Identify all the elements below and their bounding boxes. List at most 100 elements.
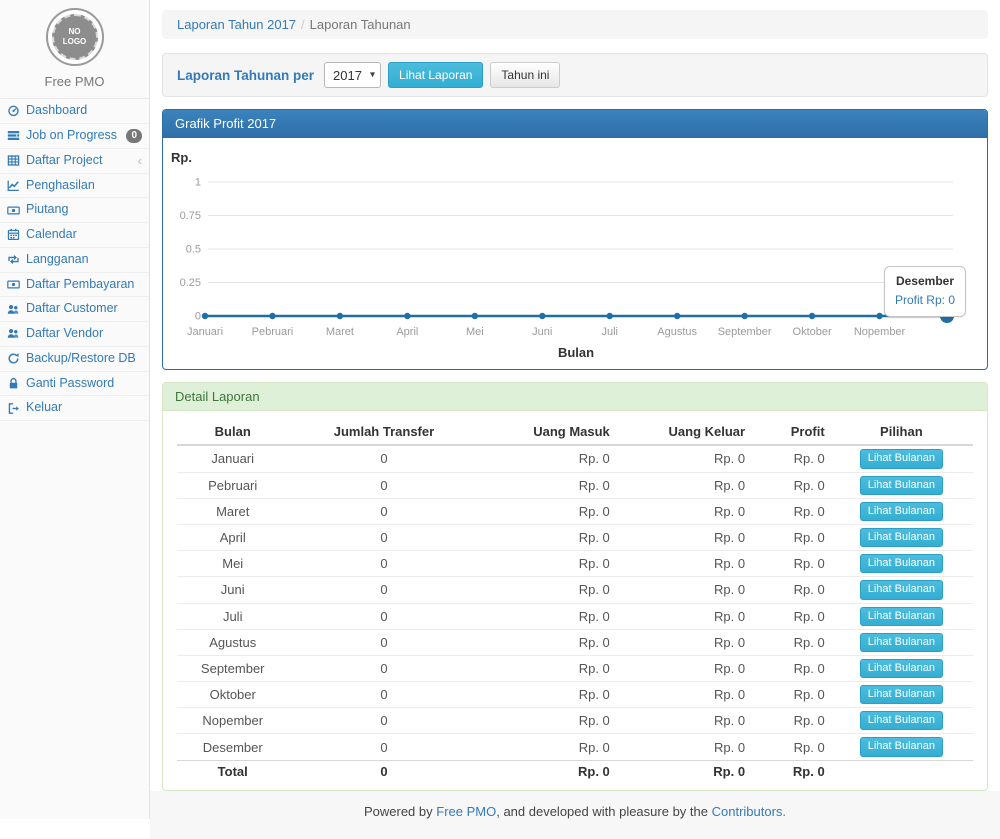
tooltip-title: Desember: [895, 272, 955, 291]
table-cell: Rp. 0: [750, 524, 830, 550]
refresh-icon: [7, 352, 21, 365]
report-table: BulanJumlah TransferUang MasukUang Kelua…: [177, 419, 973, 781]
table-cell: Rp. 0: [479, 498, 614, 524]
profit-line-chart: Rp.10.750.50.250JanuariPebruariMaretApri…: [171, 146, 979, 361]
svg-text:Agustus: Agustus: [657, 326, 697, 338]
table-cell: Januari: [177, 445, 288, 472]
sidebar-item-backup-restore-db[interactable]: Backup/Restore DB: [0, 347, 149, 372]
table-cell: Rp. 0: [615, 551, 750, 577]
table-cell: Rp. 0: [750, 655, 830, 681]
sidebar-item-job-on-progress[interactable]: Job on Progress0: [0, 124, 149, 149]
column-header: Jumlah Transfer: [288, 419, 479, 445]
sidebar-item-daftar-vendor[interactable]: Daftar Vendor: [0, 322, 149, 347]
svg-text:Maret: Maret: [326, 326, 354, 338]
table-cell: 0: [288, 498, 479, 524]
sidebar: NO LOGO Free PMO DashboardJob on Progres…: [0, 0, 150, 819]
table-cell: 0: [288, 682, 479, 708]
sidebar-item-daftar-project[interactable]: Daftar Project‹: [0, 149, 149, 174]
detail-panel-body: BulanJumlah TransferUang MasukUang Kelua…: [163, 411, 987, 789]
footer-text-middle: , and developed with pleasure by the: [496, 804, 708, 819]
lihat-bulanan-button[interactable]: Lihat Bulanan: [860, 449, 943, 468]
lihat-bulanan-button[interactable]: Lihat Bulanan: [860, 685, 943, 704]
table-cell: Rp. 0: [615, 577, 750, 603]
sidebar-item-ganti-password[interactable]: Ganti Password: [0, 372, 149, 397]
action-cell: Lihat Bulanan: [830, 655, 973, 681]
lihat-bulanan-button[interactable]: Lihat Bulanan: [860, 528, 943, 547]
table-row: Mei0Rp. 0Rp. 0Rp. 0Lihat Bulanan: [177, 551, 973, 577]
breadcrumb-separator: /: [301, 17, 305, 32]
sidebar-item-langganan[interactable]: Langganan: [0, 248, 149, 273]
table-header: BulanJumlah TransferUang MasukUang Kelua…: [177, 419, 973, 445]
table-cell: Rp. 0: [615, 629, 750, 655]
year-select[interactable]: 2017: [324, 62, 381, 88]
table-cell: Rp. 0: [479, 682, 614, 708]
sidebar-item-daftar-pembayaran[interactable]: Daftar Pembayaran: [0, 273, 149, 298]
lihat-bulanan-button[interactable]: Lihat Bulanan: [860, 711, 943, 730]
sidebar-item-label: Daftar Vendor: [26, 327, 103, 341]
calendar-icon: [7, 228, 21, 241]
chart-tooltip: Desember Profit Rp: 0: [884, 266, 966, 316]
sidebar-item-label: Backup/Restore DB: [26, 352, 136, 366]
svg-text:0.25: 0.25: [180, 277, 201, 289]
lihat-bulanan-button[interactable]: Lihat Bulanan: [860, 554, 943, 573]
table-cell: Rp. 0: [615, 472, 750, 498]
svg-text:September: September: [718, 326, 772, 338]
lihat-bulanan-button[interactable]: Lihat Bulanan: [860, 659, 943, 678]
sidebar-item-calendar[interactable]: Calendar: [0, 223, 149, 248]
sidebar-item-label: Job on Progress: [26, 129, 117, 143]
table-cell: Rp. 0: [750, 682, 830, 708]
table-icon: [7, 154, 21, 167]
table-total-row: Total0Rp. 0Rp. 0Rp. 0: [177, 760, 973, 782]
table-cell: Rp. 0: [615, 734, 750, 760]
column-header: Pilihan: [830, 419, 973, 445]
lihat-laporan-button[interactable]: Lihat Laporan: [388, 62, 483, 88]
lihat-bulanan-button[interactable]: Lihat Bulanan: [860, 607, 943, 626]
footer-brand-link[interactable]: Free PMO: [436, 804, 496, 819]
chart-panel-body: Rp.10.750.50.250JanuariPebruariMaretApri…: [163, 138, 987, 369]
sidebar-item-keluar[interactable]: Keluar: [0, 396, 149, 421]
table-cell: Rp. 0: [615, 603, 750, 629]
table-cell: Rp. 0: [479, 603, 614, 629]
lihat-bulanan-button[interactable]: Lihat Bulanan: [860, 633, 943, 652]
table-cell: Rp. 0: [750, 551, 830, 577]
table-cell: 0: [288, 655, 479, 681]
detail-panel-title: Detail Laporan: [163, 383, 987, 411]
column-header: Bulan: [177, 419, 288, 445]
sidebar-item-daftar-customer[interactable]: Daftar Customer: [0, 297, 149, 322]
table-cell: 0: [288, 551, 479, 577]
footer-contributors-link[interactable]: Contributors.: [712, 804, 786, 819]
table-cell: Rp. 0: [615, 524, 750, 550]
svg-text:0.5: 0.5: [186, 244, 201, 256]
sidebar-item-penghasilan[interactable]: Penghasilan: [0, 174, 149, 199]
retweet-icon: [7, 253, 21, 266]
table-cell: Rp. 0: [615, 708, 750, 734]
tahun-ini-button[interactable]: Tahun ini: [490, 62, 560, 88]
money-icon: [7, 204, 21, 217]
breadcrumb-link-laporan-tahun[interactable]: Laporan Tahun 2017: [177, 17, 296, 32]
sign-out-icon: [7, 402, 21, 415]
sidebar-item-piutang[interactable]: Piutang: [0, 198, 149, 223]
lihat-bulanan-button[interactable]: Lihat Bulanan: [860, 476, 943, 495]
dashboard-icon: [7, 104, 21, 117]
users-icon: [7, 303, 21, 316]
svg-text:Bulan: Bulan: [558, 345, 594, 360]
lihat-bulanan-button[interactable]: Lihat Bulanan: [860, 502, 943, 521]
total-cell: Rp. 0: [479, 760, 614, 782]
total-cell: Total: [177, 760, 288, 782]
table-cell: Oktober: [177, 682, 288, 708]
lihat-bulanan-button[interactable]: Lihat Bulanan: [860, 737, 943, 756]
sidebar-item-dashboard[interactable]: Dashboard: [0, 99, 149, 124]
breadcrumb-current: Laporan Tahunan: [310, 17, 411, 32]
action-cell: Lihat Bulanan: [830, 708, 973, 734]
chart-panel-title: Grafik Profit 2017: [163, 110, 987, 138]
footer-text-prefix: Powered by: [364, 804, 433, 819]
lihat-bulanan-button[interactable]: Lihat Bulanan: [860, 580, 943, 599]
breadcrumb: Laporan Tahun 2017 / Laporan Tahunan: [162, 10, 988, 39]
svg-text:Mei: Mei: [466, 326, 484, 338]
table-row: September0Rp. 0Rp. 0Rp. 0Lihat Bulanan: [177, 655, 973, 681]
table-cell: Maret: [177, 498, 288, 524]
action-cell: Lihat Bulanan: [830, 682, 973, 708]
svg-text:April: April: [396, 326, 418, 338]
table-cell: Rp. 0: [479, 524, 614, 550]
table-cell: 0: [288, 524, 479, 550]
